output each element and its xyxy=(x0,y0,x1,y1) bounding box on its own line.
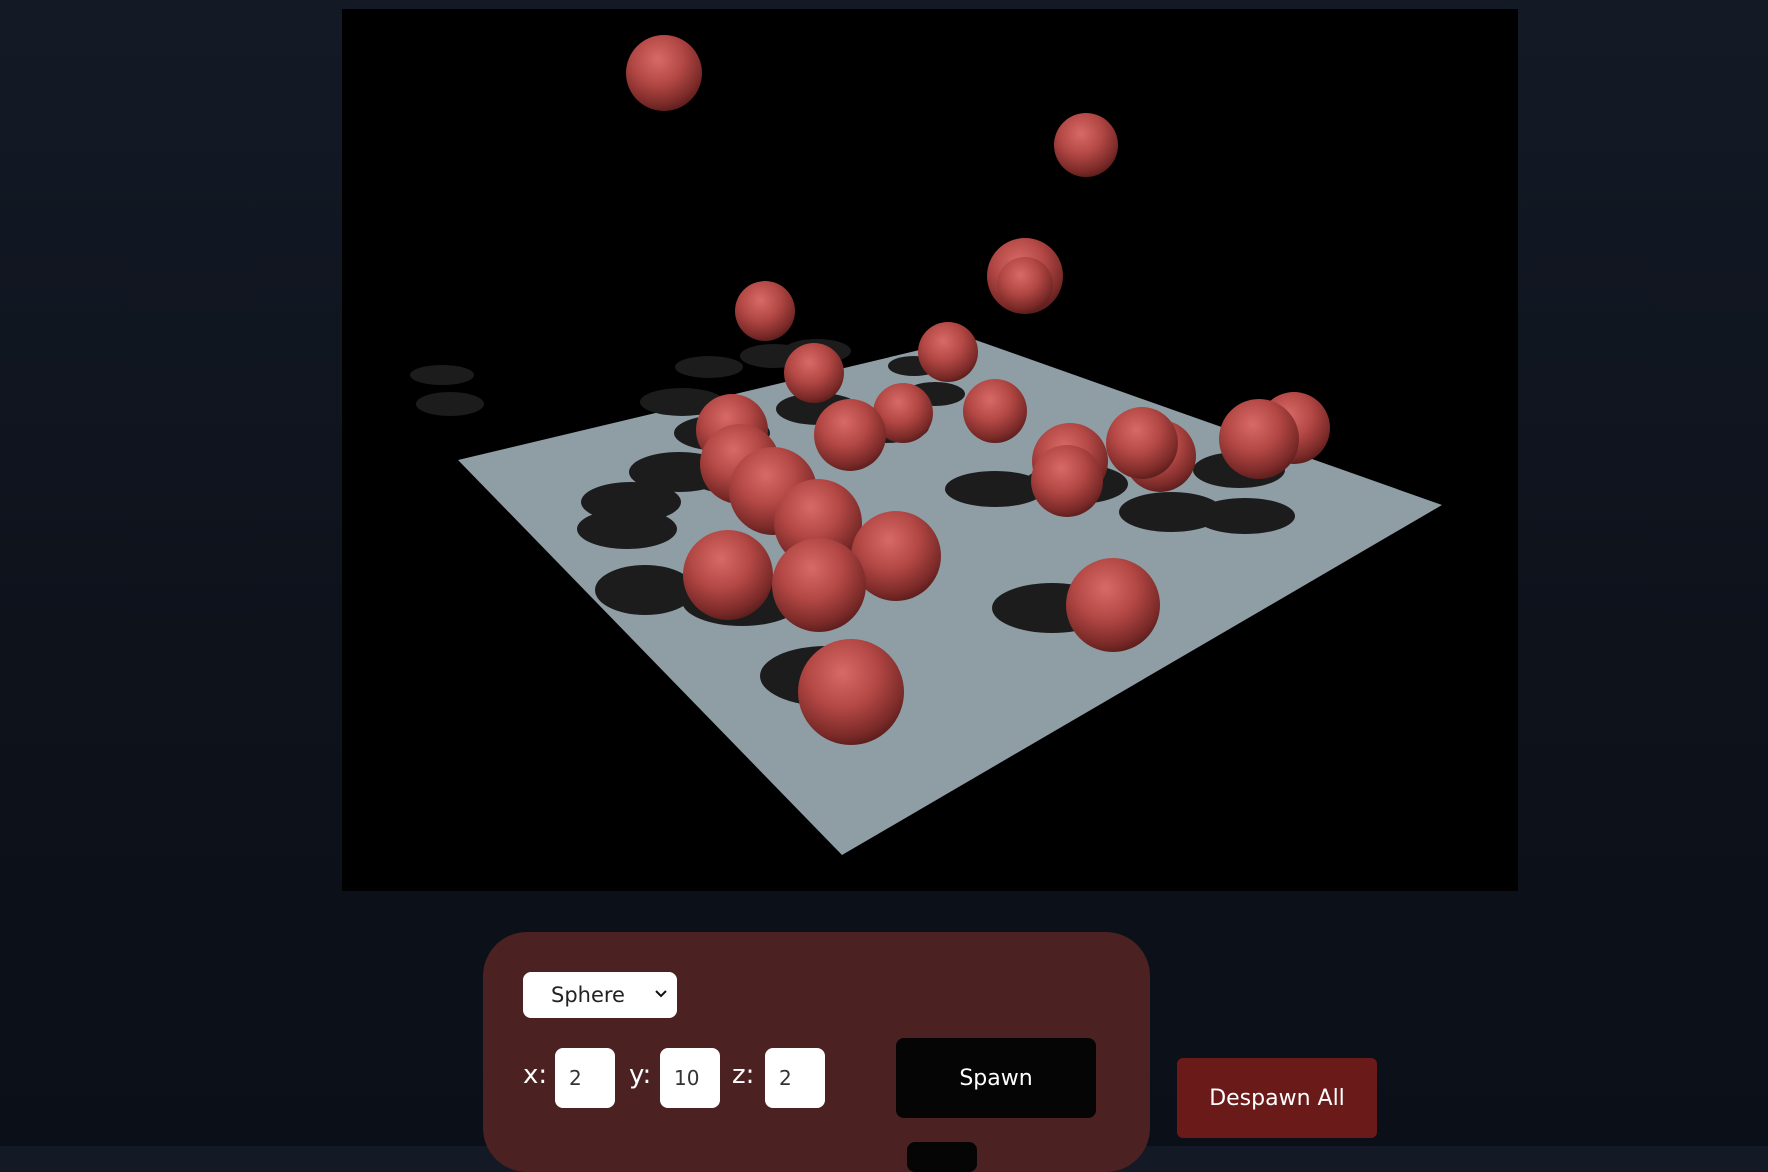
spawn-button[interactable]: Spawn xyxy=(896,1038,1096,1118)
physics-sphere xyxy=(918,322,978,382)
sphere-shadow xyxy=(1195,498,1295,534)
shape-select-value: Sphere xyxy=(551,983,625,1007)
physics-sphere xyxy=(1054,113,1118,177)
physics-sphere xyxy=(1219,399,1299,479)
scene-canvas[interactable] xyxy=(342,9,1518,891)
physics-sphere xyxy=(814,399,886,471)
sphere-shadow xyxy=(410,365,474,385)
y-input[interactable] xyxy=(660,1048,720,1108)
despawn-all-button[interactable]: Despawn All xyxy=(1177,1058,1377,1138)
z-label: z: xyxy=(732,1060,755,1090)
physics-sphere xyxy=(798,639,904,745)
sphere-shadow xyxy=(675,356,743,378)
panel-button-partial[interactable] xyxy=(907,1142,977,1172)
spawn-panel: Sphere x: y: z: Spawn xyxy=(483,932,1150,1172)
physics-sphere xyxy=(735,281,795,341)
physics-sphere xyxy=(683,530,773,620)
chevron-down-icon xyxy=(655,990,667,998)
x-input[interactable] xyxy=(555,1048,615,1108)
sphere-shadow xyxy=(577,509,677,549)
shape-select[interactable]: Sphere xyxy=(523,972,677,1018)
physics-sphere xyxy=(997,257,1053,313)
physics-sphere xyxy=(963,379,1027,443)
y-label: y: xyxy=(629,1060,652,1090)
physics-sphere xyxy=(1106,407,1178,479)
physics-sphere xyxy=(1066,558,1160,652)
sphere-shadow xyxy=(595,565,695,615)
z-input[interactable] xyxy=(765,1048,825,1108)
physics-sphere xyxy=(772,538,866,632)
physics-sphere xyxy=(1031,445,1103,517)
3d-viewport[interactable] xyxy=(342,9,1518,891)
physics-sphere xyxy=(784,343,844,403)
physics-sphere xyxy=(626,35,702,111)
sphere-shadow xyxy=(416,392,484,416)
x-label: x: xyxy=(523,1060,548,1090)
